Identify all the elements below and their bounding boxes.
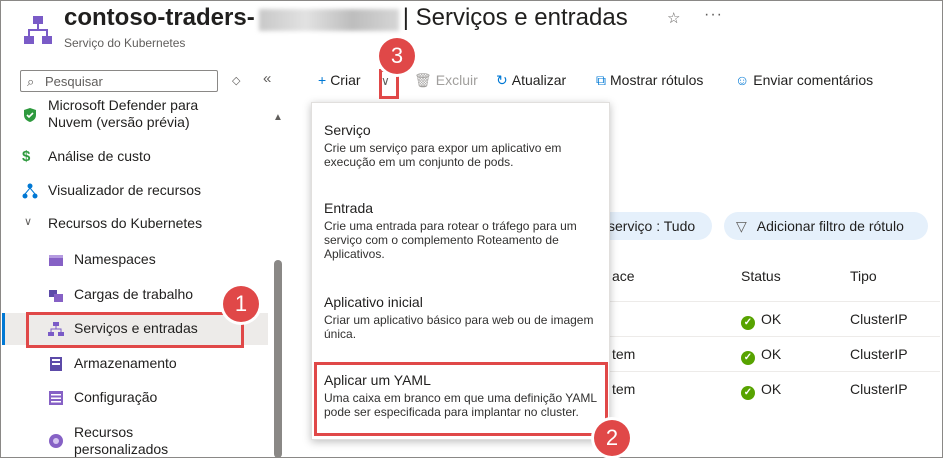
cost-icon: $ <box>22 148 31 165</box>
sidebar-item-resource-visualizer[interactable]: Visualizador de recursos <box>0 182 270 202</box>
page-subtitle: Serviço do Kubernetes <box>64 36 186 50</box>
storage-icon <box>50 357 62 371</box>
sidebar-scrollbar[interactable] <box>274 260 282 458</box>
more-options-icon[interactable]: ··· <box>704 6 723 24</box>
callout-badge: 3 <box>379 38 415 74</box>
sidebar-item-cost[interactable]: $ Análise de custo <box>0 148 270 168</box>
sidebar-item-kubernetes-resources[interactable]: ∨ Recursos do Kubernetes <box>0 215 270 235</box>
sidebar-item-storage[interactable]: Armazenamento <box>0 355 270 375</box>
shield-icon <box>24 108 36 122</box>
configuration-icon <box>49 391 63 405</box>
search-icon: ⌕ <box>27 74 35 89</box>
redacted-name <box>258 8 399 31</box>
chevron-down-icon: ∨ <box>24 216 33 228</box>
column-header-status[interactable]: Status <box>741 268 781 284</box>
check-circle-icon: ✓ <box>741 386 755 400</box>
workloads-icon <box>49 290 63 302</box>
trash-icon: 🗑 <box>414 72 432 88</box>
send-feedback-button[interactable]: ☺ Enviar comentários <box>735 72 873 88</box>
callout-badge: 1 <box>223 286 259 322</box>
menu-item-service[interactable]: Serviço Crie um serviço para expor um ap… <box>324 121 600 169</box>
sidebar-item-defender[interactable]: Microsoft Defender para Nuvem (versão pr… <box>0 97 270 133</box>
callout-badge: 2 <box>594 420 630 456</box>
table-divider <box>590 371 940 372</box>
sort-icon[interactable]: ◇ <box>232 74 240 87</box>
kubernetes-service-icon <box>24 16 52 44</box>
callout-highlight-services <box>26 312 244 348</box>
column-header-type[interactable]: Tipo <box>850 268 877 284</box>
create-button[interactable]: + Criar <box>318 72 361 88</box>
show-labels-button[interactable]: ⧉ Mostrar rótulos <box>596 72 703 89</box>
resource-visualizer-icon <box>22 183 38 199</box>
check-circle-icon: ✓ <box>741 316 755 330</box>
plus-icon: + <box>318 72 327 88</box>
table-divider <box>590 301 940 302</box>
menu-item-starter-application[interactable]: Aplicativo inicial Criar um aplicativo b… <box>324 293 600 341</box>
column-header-namespace[interactable]: ace <box>612 268 635 284</box>
labels-icon: ⧉ <box>596 72 606 88</box>
custom-resources-icon <box>49 434 63 448</box>
sidebar-item-configuration[interactable]: Configuração <box>0 389 270 409</box>
callout-highlight-apply-yaml <box>314 362 608 436</box>
star-icon[interactable]: ☆ <box>667 9 680 27</box>
scroll-up-arrow[interactable]: ▲ <box>273 112 283 123</box>
check-circle-icon: ✓ <box>741 351 755 365</box>
filter-icon: ▽ <box>736 218 747 234</box>
refresh-icon: ↻ <box>496 72 508 88</box>
search-input[interactable]: ⌕ Pesquisar <box>20 70 218 92</box>
table-divider <box>590 336 940 337</box>
sidebar-item-custom-resources[interactable]: Recursos personalizados <box>0 424 270 460</box>
refresh-button[interactable]: ↻ Atualizar <box>496 72 566 89</box>
collapse-sidebar-icon[interactable]: « <box>263 70 271 87</box>
menu-item-ingress[interactable]: Entrada Crie uma entrada para rotear o t… <box>324 199 600 261</box>
namespace-icon <box>49 255 63 266</box>
delete-button[interactable]: 🗑 Excluir <box>414 72 478 89</box>
page-title: contoso-traders- | Serviços e entradas <box>64 4 628 31</box>
add-label-filter-button[interactable]: ▽ Adicionar filtro de rótulo <box>724 212 928 240</box>
feedback-icon: ☺ <box>735 72 750 88</box>
sidebar-item-namespaces[interactable]: Namespaces <box>0 251 270 271</box>
